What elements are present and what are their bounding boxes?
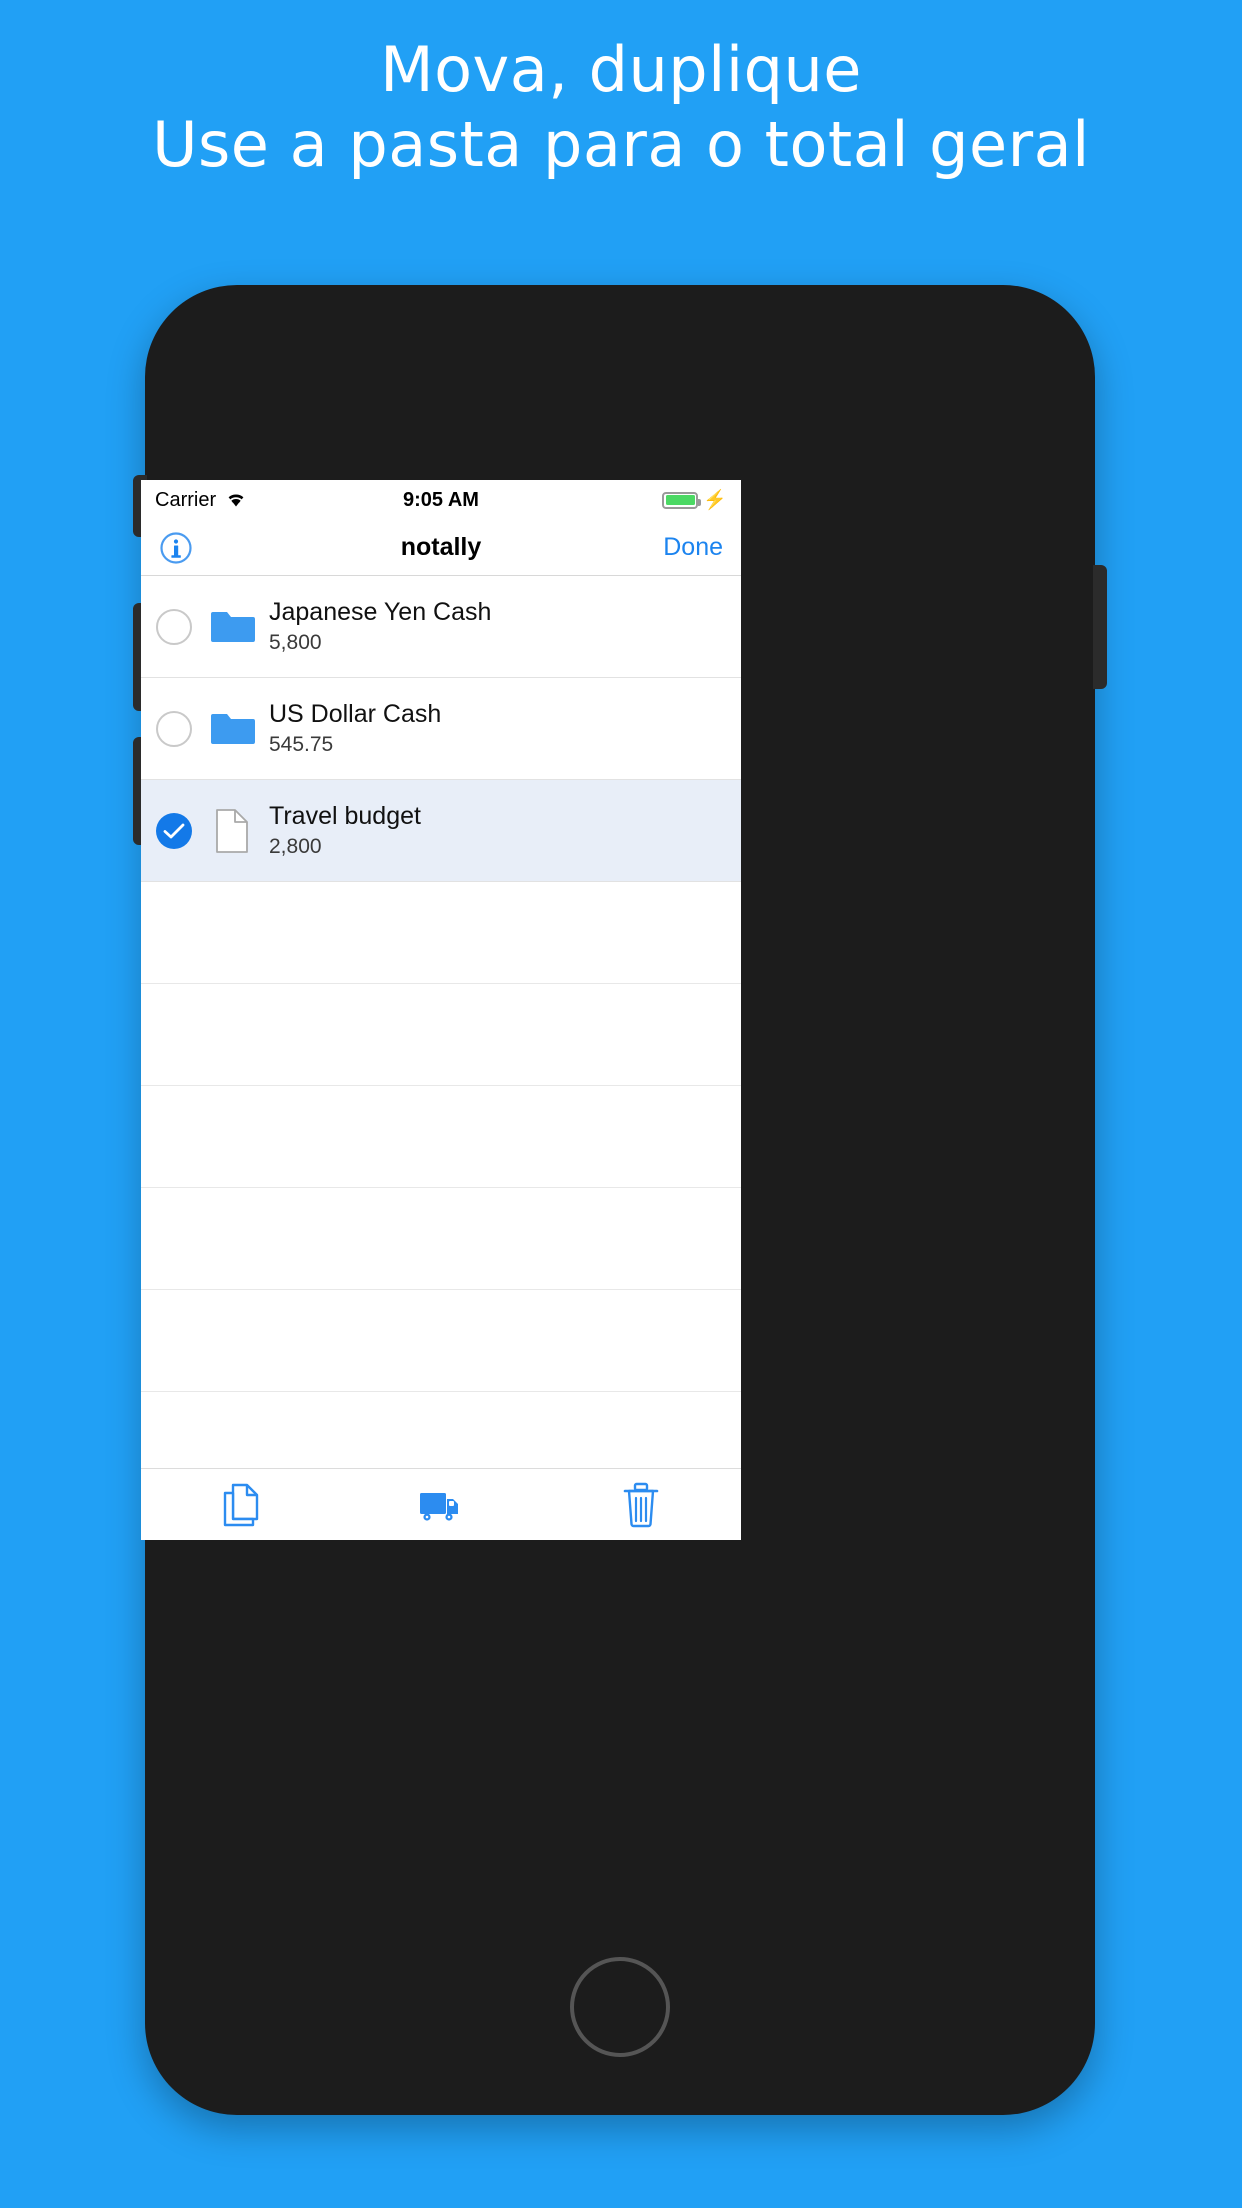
trash-can-icon[interactable] xyxy=(606,1477,676,1533)
row-checkbox-checked[interactable] xyxy=(156,812,192,849)
empty-list-row xyxy=(141,984,741,1086)
row-title: Travel budget xyxy=(269,802,421,831)
moving-truck-icon[interactable] xyxy=(406,1477,476,1533)
promo-screenshot: Mova, duplique Use a pasta para o total … xyxy=(0,0,1242,2208)
row-text: Japanese Yen Cash 5,800 xyxy=(269,599,491,654)
done-button[interactable]: Done xyxy=(663,533,723,562)
promo-headline: Mova, duplique Use a pasta para o total … xyxy=(0,33,1242,182)
table-row[interactable]: Japanese Yen Cash 5,800 xyxy=(141,576,741,678)
promo-headline-line2: Use a pasta para o total geral xyxy=(152,108,1090,182)
folder-icon xyxy=(209,710,255,748)
row-subtitle: 545.75 xyxy=(269,732,334,756)
checkmark-icon xyxy=(163,823,185,838)
empty-list-row xyxy=(141,1188,741,1290)
battery-icon xyxy=(662,491,702,509)
promo-headline-line1: Mova, duplique xyxy=(380,33,862,106)
wifi-icon xyxy=(228,494,244,507)
power-button[interactable] xyxy=(1093,565,1107,689)
empty-list-row xyxy=(141,1086,741,1188)
row-title: US Dollar Cash xyxy=(269,700,442,729)
lightning-bolt-icon: ⚡ xyxy=(703,489,727,511)
status-bar-right: ⚡ xyxy=(662,491,727,510)
phone-screen: Carrier 9:05 AM ⚡ notally Done Japanese … xyxy=(141,480,741,1540)
navigation-bar: notally Done xyxy=(141,520,741,576)
status-bar: Carrier 9:05 AM ⚡ xyxy=(141,480,741,520)
info-circle-icon[interactable] xyxy=(159,531,193,565)
table-row-selected[interactable]: Travel budget 2,800 xyxy=(141,780,741,882)
page-title: notally xyxy=(400,533,482,561)
bottom-toolbar xyxy=(141,1468,741,1540)
row-text: US Dollar Cash 545.75 xyxy=(269,701,441,756)
row-subtitle: 2,800 xyxy=(269,834,322,858)
carrier-label: Carrier xyxy=(155,488,217,511)
empty-list-row xyxy=(141,1290,741,1392)
status-bar-left: Carrier xyxy=(155,489,248,512)
table-row[interactable]: US Dollar Cash 545.75 xyxy=(141,678,741,780)
item-list: Japanese Yen Cash 5,800 US Dollar Cash 5… xyxy=(141,576,741,1540)
folder-icon xyxy=(209,608,255,646)
empty-list-row xyxy=(141,882,741,984)
document-icon xyxy=(209,808,255,854)
row-subtitle: 5,800 xyxy=(269,630,322,654)
home-button[interactable] xyxy=(570,1957,670,2057)
duplicate-documents-icon[interactable] xyxy=(206,1477,276,1533)
row-checkbox[interactable] xyxy=(156,608,192,645)
row-text: Travel budget 2,800 xyxy=(269,803,421,858)
row-title: Japanese Yen Cash xyxy=(269,598,492,627)
row-checkbox[interactable] xyxy=(156,710,192,747)
